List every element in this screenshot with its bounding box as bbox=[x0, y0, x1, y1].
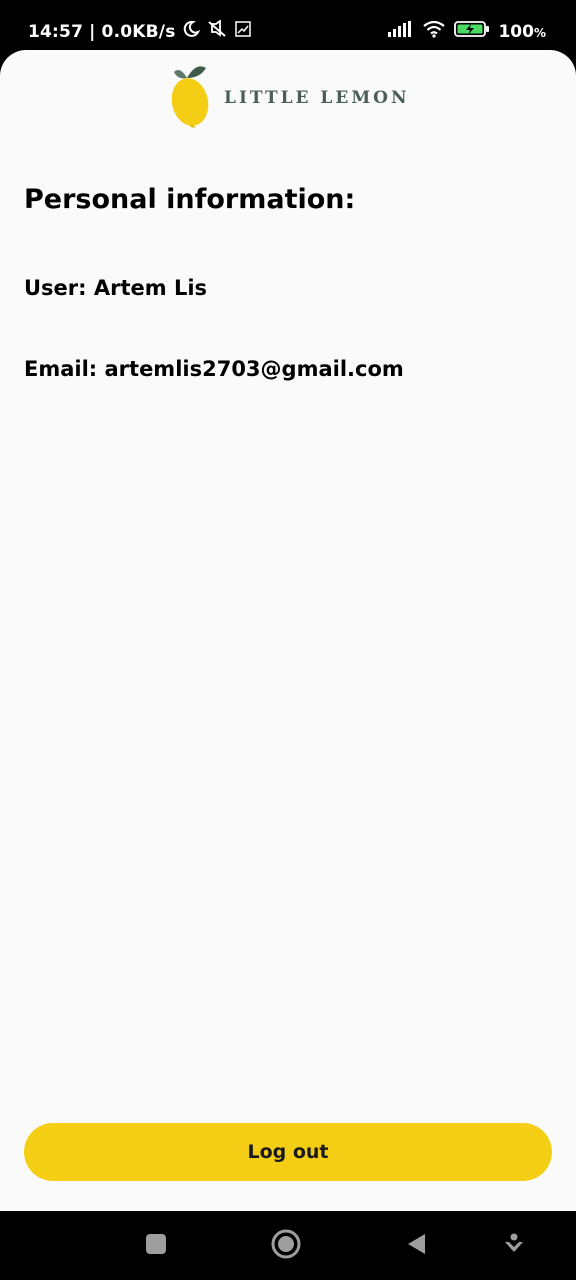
wifi-icon bbox=[422, 20, 446, 43]
logout-button[interactable]: Log out bbox=[24, 1123, 552, 1181]
mute-icon bbox=[206, 19, 228, 43]
assistant-button[interactable] bbox=[497, 1229, 531, 1263]
battery-level: 100% bbox=[498, 21, 546, 42]
signal-icon bbox=[388, 21, 414, 42]
assistant-icon bbox=[503, 1232, 525, 1260]
back-triangle-icon bbox=[405, 1232, 427, 1260]
navigation-bar bbox=[0, 1211, 576, 1280]
lemon-icon bbox=[170, 64, 210, 132]
app-logo: LITTLE LEMON bbox=[170, 64, 410, 132]
user-email-text: Email: artemlis2703@gmail.com bbox=[24, 357, 404, 381]
status-separator: | bbox=[89, 21, 96, 42]
network-speed: 0.0KB/s bbox=[101, 21, 176, 42]
page-title: Personal information: bbox=[24, 184, 356, 215]
back-button[interactable] bbox=[399, 1229, 433, 1263]
status-left: 14:57 | 0.0KB/s bbox=[28, 19, 252, 43]
circle-icon bbox=[270, 1228, 302, 1264]
trend-icon bbox=[234, 20, 252, 43]
recents-button[interactable] bbox=[139, 1229, 173, 1263]
clock: 14:57 bbox=[28, 21, 84, 42]
battery-charging-icon bbox=[454, 20, 490, 43]
square-icon bbox=[145, 1233, 167, 1259]
logo-text: LITTLE LEMON bbox=[224, 88, 410, 108]
moon-icon bbox=[182, 20, 200, 43]
profile-screen: LITTLE LEMON Personal information: User:… bbox=[0, 50, 576, 1211]
status-right: 100% bbox=[388, 20, 546, 43]
user-name-text: User: Artem Lis bbox=[24, 276, 208, 300]
home-button[interactable] bbox=[269, 1229, 303, 1263]
